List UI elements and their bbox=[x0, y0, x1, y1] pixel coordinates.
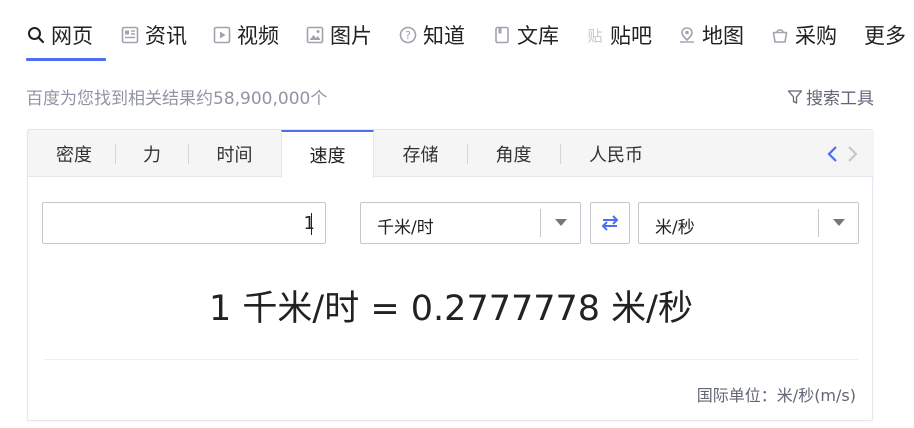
tabs-next-button[interactable] bbox=[844, 144, 862, 164]
tab-label: 速度 bbox=[309, 146, 346, 167]
tab-label: 存储 bbox=[402, 144, 439, 166]
swap-icon bbox=[601, 215, 619, 231]
result-count-number: 58,900,000 bbox=[213, 89, 311, 109]
result-count-suffix: 个 bbox=[310, 89, 328, 109]
tab-storage[interactable]: 存储 bbox=[374, 130, 467, 177]
question-icon: ? bbox=[398, 25, 418, 45]
top-nav: 网页 资讯 视频 图片 ? 知道 文库 贴 贴吧 地图 采购 更多 bbox=[0, 0, 914, 62]
nav-item-images[interactable]: 图片 bbox=[305, 18, 372, 52]
nav-item-label: 更多 bbox=[864, 24, 906, 48]
unit-converter-card: 密度 力 时间 速度 存储 角度 人民币 千米/时 米/秒 bbox=[27, 129, 874, 421]
tab-label: 时间 bbox=[216, 144, 253, 166]
nav-item-zhidao[interactable]: ? 知道 bbox=[398, 18, 465, 52]
image-icon bbox=[305, 25, 325, 45]
svg-text:贴: 贴 bbox=[587, 27, 602, 44]
active-tab-underline bbox=[26, 58, 106, 61]
nav-item-wenku[interactable]: 文库 bbox=[492, 18, 559, 52]
divider bbox=[44, 359, 858, 360]
result-count: 百度为您找到相关结果约58,900,000个 bbox=[26, 84, 327, 109]
chevron-down-icon[interactable] bbox=[540, 209, 580, 237]
tab-label: 力 bbox=[143, 144, 161, 166]
conversion-result: 1 千米/时 = 0.2777778 米/秒 bbox=[209, 289, 693, 329]
nav-item-map[interactable]: 地图 bbox=[677, 18, 744, 52]
tab-label: 角度 bbox=[495, 144, 532, 166]
search-tools-button[interactable]: 搜索工具 bbox=[787, 84, 874, 109]
nav-item-label: 文库 bbox=[517, 24, 559, 48]
si-unit-note: 国际单位：米/秒(m/s) bbox=[696, 386, 856, 405]
to-unit-value: 米/秒 bbox=[655, 218, 695, 238]
tab-angle[interactable]: 角度 bbox=[467, 130, 560, 177]
nav-item-web[interactable]: 网页 bbox=[26, 18, 93, 52]
nav-item-video[interactable]: 视频 bbox=[212, 18, 279, 52]
swap-units-button[interactable] bbox=[590, 202, 630, 244]
nav-item-label: 图片 bbox=[330, 24, 372, 48]
tieba-icon: 贴 bbox=[585, 25, 605, 45]
nav-item-label: 采购 bbox=[795, 24, 837, 48]
svg-text:?: ? bbox=[405, 29, 411, 42]
tab-time[interactable]: 时间 bbox=[188, 130, 281, 177]
result-count-prefix: 百度为您找到相关结果约 bbox=[26, 89, 213, 109]
from-unit-select[interactable]: 千米/时 bbox=[360, 202, 581, 244]
nav-item-purchase[interactable]: 采购 bbox=[770, 18, 837, 52]
document-icon bbox=[492, 25, 512, 45]
tab-rmb[interactable]: 人民币 bbox=[560, 130, 672, 177]
tab-speed[interactable]: 速度 bbox=[281, 130, 374, 178]
search-icon bbox=[26, 25, 46, 45]
filter-icon bbox=[787, 89, 803, 104]
text-caret bbox=[311, 213, 312, 235]
nav-item-news[interactable]: 资讯 bbox=[120, 18, 187, 52]
map-icon bbox=[677, 25, 697, 45]
nav-item-label: 视频 bbox=[237, 24, 279, 48]
to-unit-select[interactable]: 米/秒 bbox=[638, 202, 859, 244]
video-icon bbox=[212, 25, 232, 45]
value-input[interactable] bbox=[42, 202, 326, 244]
from-unit-value: 千米/时 bbox=[377, 218, 434, 238]
basket-icon bbox=[770, 25, 790, 45]
tab-force[interactable]: 力 bbox=[116, 130, 188, 177]
converter-tabs: 密度 力 时间 速度 存储 角度 人民币 bbox=[28, 130, 874, 178]
chevron-left-icon bbox=[827, 146, 837, 162]
nav-item-label: 知道 bbox=[423, 24, 465, 48]
nav-item-label: 网页 bbox=[51, 24, 93, 48]
nav-item-label: 贴吧 bbox=[610, 24, 652, 48]
tab-label: 密度 bbox=[56, 144, 92, 166]
tab-label: 人民币 bbox=[589, 144, 643, 166]
chevron-right-icon bbox=[848, 146, 858, 162]
nav-item-label: 地图 bbox=[702, 24, 744, 48]
nav-item-label: 资讯 bbox=[145, 24, 187, 48]
news-icon bbox=[120, 25, 140, 45]
tab-density[interactable]: 密度 bbox=[28, 130, 120, 177]
nav-item-more[interactable]: 更多 bbox=[864, 18, 906, 52]
tabs-prev-button[interactable] bbox=[823, 144, 841, 164]
chevron-down-icon[interactable] bbox=[818, 209, 858, 237]
nav-item-tieba[interactable]: 贴 贴吧 bbox=[585, 18, 652, 52]
search-tools-label: 搜索工具 bbox=[806, 89, 874, 109]
